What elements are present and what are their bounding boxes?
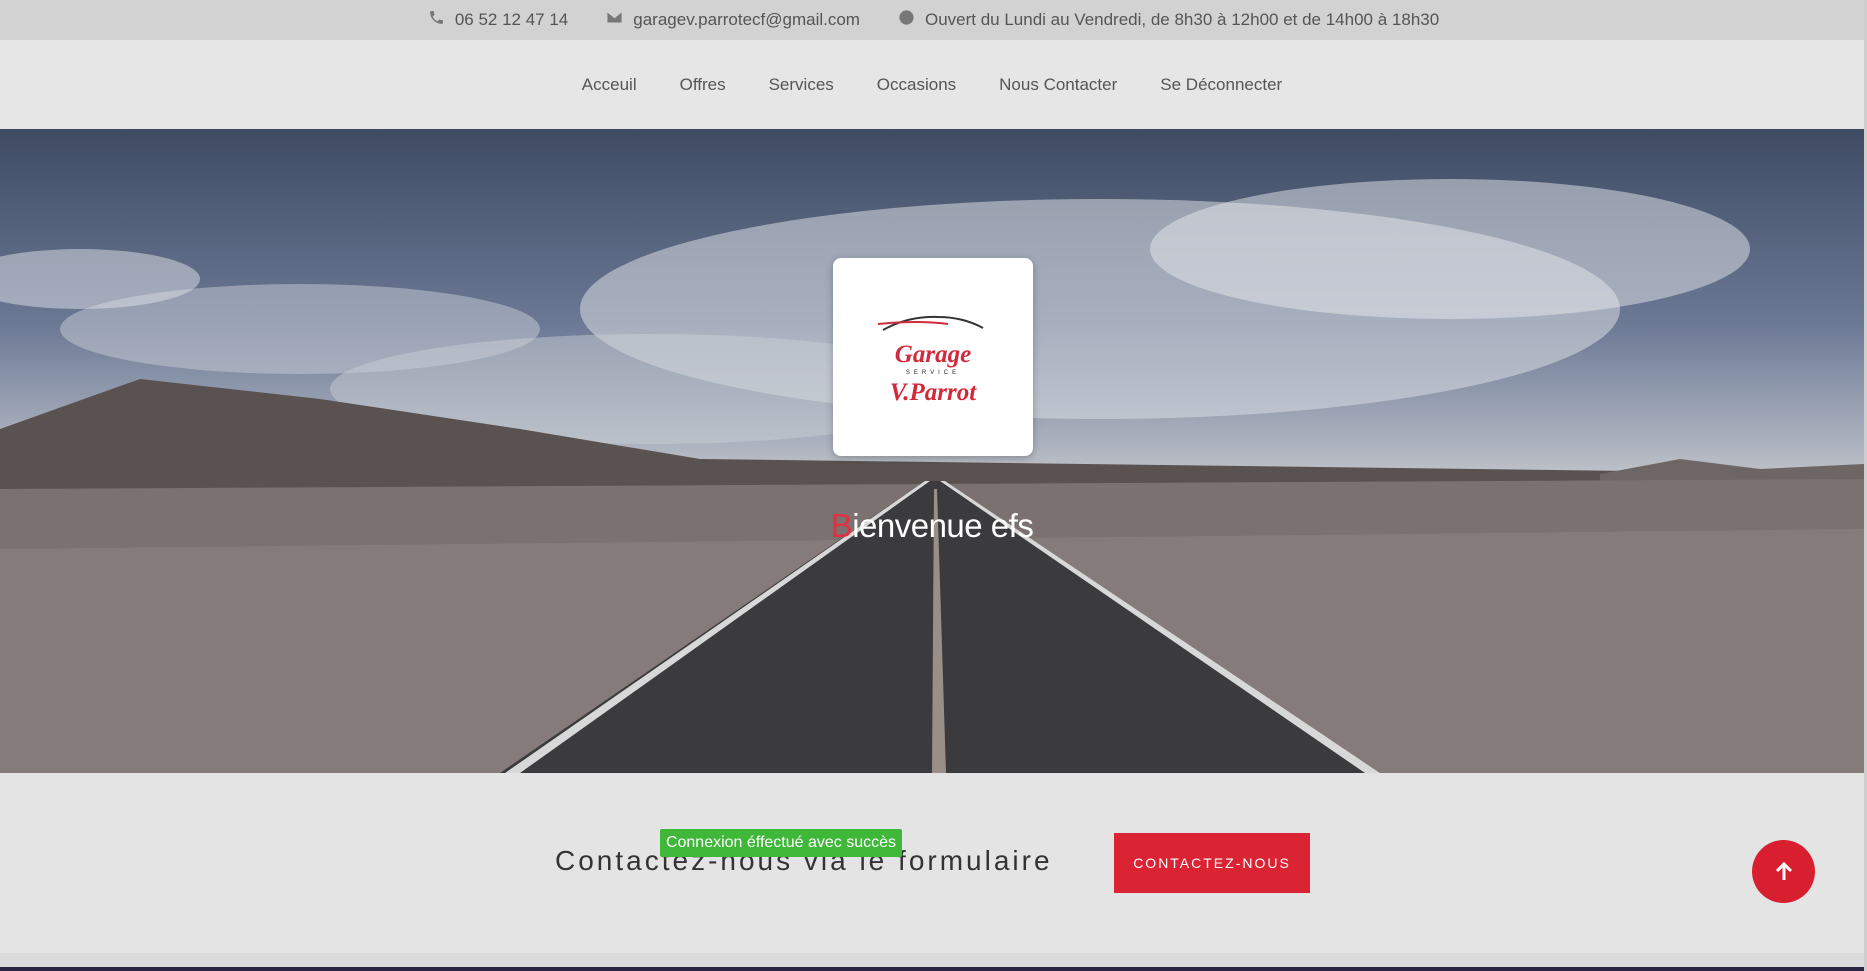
top-info-bar: 06 52 12 47 14 garagev.parrotecf@gmail.c…: [0, 0, 1867, 40]
logo-line-vparrot: V.Parrot: [889, 378, 977, 406]
hero-welcome-title: Bienvenue efs: [0, 507, 1864, 545]
nav-item-offres[interactable]: Offres: [680, 75, 726, 95]
page-bottom-strip: [0, 953, 1864, 971]
clock-icon: [898, 9, 915, 31]
scroll-to-top-button[interactable]: [1752, 840, 1815, 903]
contact-us-button[interactable]: CONTACTEZ-NOUS: [1114, 833, 1310, 893]
phone-icon: [428, 9, 445, 31]
hero-title-rest: ienvenue efs: [852, 507, 1034, 544]
arrow-up-icon: [1775, 861, 1792, 880]
nav-item-occasions[interactable]: Occasions: [877, 75, 956, 95]
phone-number[interactable]: 06 52 12 47 14: [455, 10, 568, 30]
email-address[interactable]: garagev.parrotecf@gmail.com: [633, 10, 860, 30]
envelope-icon: [606, 9, 623, 31]
car-silhouette-icon: [878, 315, 984, 331]
opening-hours: Ouvert du Lundi au Vendredi, de 8h30 à 1…: [924, 10, 1440, 29]
phone-info: 06 52 12 47 14: [428, 9, 568, 31]
main-nav: Acceuil Offres Services Occasions Nous C…: [0, 40, 1864, 129]
nav-item-logout[interactable]: Se Déconnecter: [1160, 75, 1282, 95]
hero-title-first-letter: B: [830, 507, 853, 544]
hero-section: Garage SERVICE V.Parrot Bienvenue efs: [0, 129, 1864, 773]
logo-line-service: SERVICE: [905, 369, 961, 376]
hours-info: Ouvert du Lundi au Vendredi, de 8h30 à 1…: [898, 9, 1439, 31]
email-info: garagev.parrotecf@gmail.com: [606, 9, 860, 31]
contact-section: Contactez-nous via le formulaire Connexi…: [0, 773, 1864, 953]
login-success-toast: Connexion éffectué avec succès: [660, 829, 902, 857]
nav-item-accueil[interactable]: Acceuil: [582, 75, 637, 95]
nav-item-contact[interactable]: Nous Contacter: [999, 75, 1117, 95]
nav-item-services[interactable]: Services: [769, 75, 834, 95]
logo-line-garage: Garage: [894, 340, 972, 368]
garage-logo[interactable]: Garage SERVICE V.Parrot: [833, 258, 1033, 456]
bottom-dark-line: [0, 967, 1864, 971]
